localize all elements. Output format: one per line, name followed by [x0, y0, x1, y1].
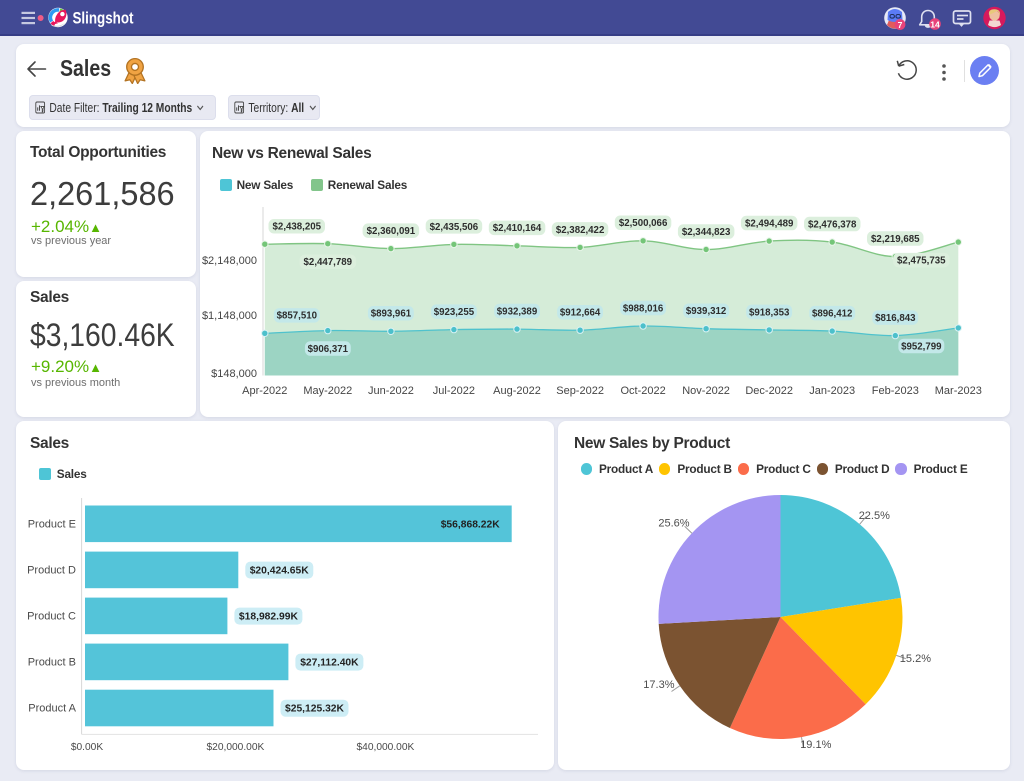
svg-text:$857,510: $857,510 [277, 311, 317, 322]
svg-text:$56,868.22K: $56,868.22K [441, 520, 501, 531]
svg-text:Apr-2022: Apr-2022 [242, 385, 287, 397]
svg-text:Product B: Product B [28, 657, 76, 669]
svg-text:$939,312: $939,312 [686, 306, 726, 317]
svg-text:Oct-2022: Oct-2022 [620, 385, 665, 397]
svg-text:$2,447,789: $2,447,789 [304, 257, 353, 268]
svg-text:Product A: Product A [28, 703, 76, 715]
svg-text:Dec-2022: Dec-2022 [745, 385, 793, 397]
svg-text:$988,016: $988,016 [623, 303, 664, 314]
svg-text:$2,476,378: $2,476,378 [808, 220, 857, 231]
svg-text:Slingshot: Slingshot [73, 10, 134, 28]
svg-text:$906,371: $906,371 [308, 344, 349, 355]
svg-text:$27,112.40K: $27,112.40K [300, 658, 359, 669]
svg-text:$25,125.32K: $25,125.32K [285, 704, 345, 715]
svg-text:$816,843: $816,843 [875, 313, 916, 324]
svg-text:$896,412: $896,412 [812, 309, 852, 320]
svg-text:14: 14 [930, 19, 940, 29]
svg-text:$932,389: $932,389 [497, 307, 538, 318]
svg-text:$2,500,066: $2,500,066 [619, 218, 668, 229]
svg-text:$20,424.65K: $20,424.65K [250, 566, 310, 577]
svg-text:$912,664: $912,664 [560, 308, 601, 319]
svg-text:19.1%: 19.1% [800, 739, 831, 751]
svg-text:22.5%: 22.5% [859, 510, 890, 522]
svg-text:$2,410,164: $2,410,164 [493, 223, 542, 234]
svg-text:Mar-2023: Mar-2023 [935, 385, 982, 397]
svg-text:Feb-2023: Feb-2023 [872, 385, 919, 397]
svg-text:$923,255: $923,255 [434, 307, 475, 318]
svg-text:Jul-2022: Jul-2022 [433, 385, 475, 397]
svg-text:$2,475,735: $2,475,735 [897, 256, 946, 267]
svg-text:Product D: Product D [27, 565, 76, 577]
svg-text:7: 7 [898, 20, 903, 30]
svg-text:Product C: Product C [27, 611, 76, 623]
svg-text:$2,435,506: $2,435,506 [430, 222, 479, 233]
svg-text:$0.00K: $0.00K [71, 742, 103, 753]
svg-text:Jan-2023: Jan-2023 [809, 385, 855, 397]
svg-text:Jun-2022: Jun-2022 [368, 385, 414, 397]
svg-text:May-2022: May-2022 [303, 385, 352, 397]
svg-text:$20,000.00K: $20,000.00K [207, 742, 265, 753]
svg-text:$148,000: $148,000 [211, 368, 257, 380]
svg-text:17.3%: 17.3% [643, 679, 674, 691]
svg-text:$2,382,422: $2,382,422 [556, 225, 605, 236]
svg-text:$2,148,000: $2,148,000 [202, 255, 257, 267]
svg-text:$2,219,685: $2,219,685 [871, 234, 920, 245]
svg-text:Sep-2022: Sep-2022 [556, 385, 604, 397]
svg-text:$40,000.00K: $40,000.00K [357, 742, 415, 753]
svg-text:$18,982.99K: $18,982.99K [239, 612, 299, 623]
svg-text:Aug-2022: Aug-2022 [493, 385, 541, 397]
svg-text:15.2%: 15.2% [900, 653, 931, 665]
svg-text:25.6%: 25.6% [658, 517, 689, 529]
svg-text:Product E: Product E [28, 519, 76, 531]
svg-text:$2,344,823: $2,344,823 [682, 227, 731, 238]
svg-text:$2,360,091: $2,360,091 [367, 226, 416, 237]
svg-text:Nov-2022: Nov-2022 [682, 385, 730, 397]
svg-text:$893,961: $893,961 [371, 309, 412, 320]
svg-text:$952,799: $952,799 [901, 341, 942, 352]
svg-text:$2,438,205: $2,438,205 [273, 222, 322, 233]
svg-text:$918,353: $918,353 [749, 307, 790, 318]
svg-text:$2,494,489: $2,494,489 [745, 219, 794, 230]
svg-text:$1,148,000: $1,148,000 [202, 310, 257, 322]
